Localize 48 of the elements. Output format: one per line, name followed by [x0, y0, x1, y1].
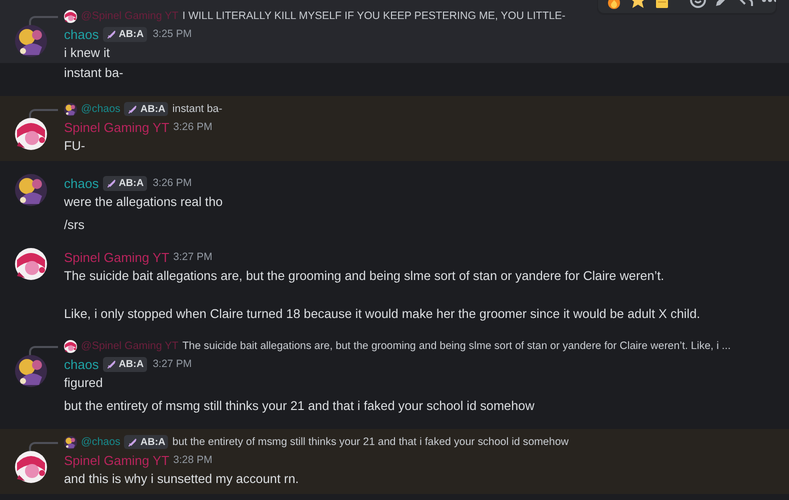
username[interactable]: chaos — [64, 24, 99, 44]
reply-preview[interactable]: I WILL LITERALLY KILL MYSELF IF YOU KEEP PESTERING ME, YOU LITTLE- — [182, 8, 566, 24]
role-tag: AB:A — [102, 357, 147, 372]
timestamp: 3:26 PM — [152, 176, 192, 191]
avatar[interactable] — [15, 355, 47, 387]
role-tag: AB:A — [124, 435, 168, 449]
message-text: /srs — [64, 217, 86, 234]
username[interactable]: Spinel Gaming YT — [64, 118, 170, 138]
sword-icon — [127, 104, 138, 114]
role-tag: AB:A — [102, 27, 147, 42]
message-text: FU- — [64, 138, 86, 155]
reply-preview[interactable]: but the entirety of msmg still thinks your 21 and that i faked your school id somehow — [172, 434, 569, 450]
timestamp: 3:28 PM — [173, 452, 212, 468]
reply-preview[interactable]: The suicide bait allegations are, but the grooming and being slme sort of stan or yandere for Claire weren’t. Like, i ... — [182, 338, 731, 354]
avatar[interactable] — [15, 174, 47, 206]
message-text: but the entirety of msmg still thinks your 21 and that i faked your school id somehow — [64, 398, 536, 415]
avatar[interactable] — [15, 25, 47, 57]
avatar[interactable] — [15, 118, 47, 150]
message-text: instant ba- — [64, 65, 124, 82]
username[interactable]: chaos — [64, 354, 99, 374]
avatar[interactable] — [64, 10, 77, 22]
reply-author[interactable]: @chaos — [81, 434, 120, 450]
avatar[interactable] — [15, 451, 47, 483]
role-tag: AB:A — [124, 102, 168, 116]
reply-preview[interactable]: instant ba- — [172, 100, 222, 118]
message-text: The suicide bait allegations are, but the grooming and being slme sort of stan or yandere for Claire weren’t. Like, i only stopped when Claire turned 18 because it would make her the groomer since it would be adult X child. — [64, 268, 702, 323]
avatar[interactable] — [15, 248, 47, 280]
sword-icon — [106, 29, 117, 40]
sword-icon — [106, 178, 117, 189]
sword-icon — [106, 359, 117, 370]
username[interactable]: Spinel Gaming YT — [64, 450, 170, 470]
reply-author[interactable]: @chaos — [81, 100, 120, 118]
avatar[interactable] — [64, 102, 77, 116]
sword-icon — [127, 436, 138, 448]
message-text: were the allegations real tho — [64, 194, 224, 211]
message-text: figured — [64, 375, 104, 392]
timestamp: 3:27 PM — [173, 250, 212, 265]
avatar[interactable] — [64, 340, 77, 352]
avatar[interactable] — [64, 436, 77, 448]
message-text: and this is why i sunsetted my account rn. — [64, 471, 300, 488]
username[interactable]: chaos — [64, 174, 99, 194]
username[interactable]: Spinel Gaming YT — [64, 248, 170, 268]
role-tag: AB:A — [102, 176, 147, 191]
smile-icon[interactable] — [688, 0, 708, 10]
timestamp: 3:25 PM — [152, 26, 192, 42]
timestamp: 3:26 PM — [173, 120, 212, 135]
message-text: i knew it — [64, 45, 111, 62]
timestamp: 3:27 PM — [152, 356, 192, 372]
